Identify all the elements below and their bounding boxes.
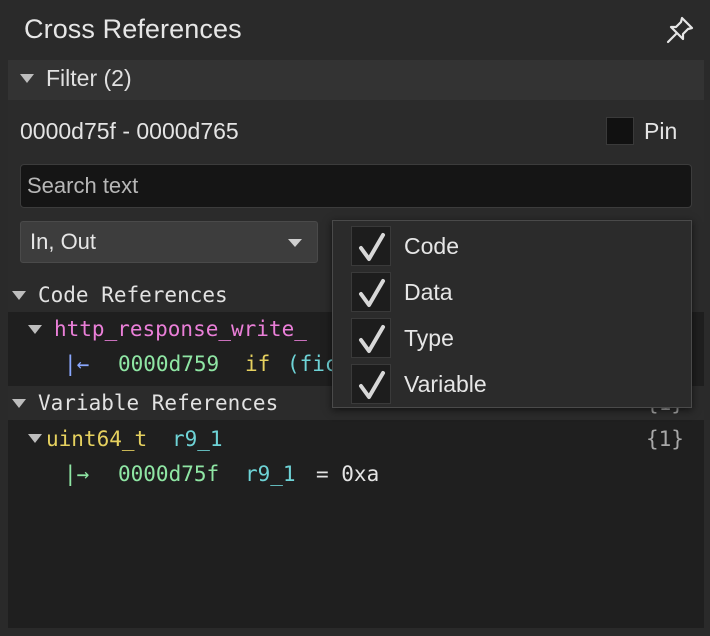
code-ref-address[interactable]: 0000d759 (118, 352, 219, 376)
incoming-arrow-icon: |← (64, 352, 90, 376)
chevron-down-icon[interactable] (288, 239, 302, 247)
variable-name[interactable]: r9_1 (172, 427, 223, 451)
variable-ref-var: r9_1 (245, 462, 296, 486)
variable-references-label: Variable References (38, 391, 279, 415)
code-checkbox[interactable] (351, 226, 391, 266)
function-collapse-icon[interactable] (28, 325, 42, 334)
variable-ref-address[interactable]: 0000d75f (118, 462, 219, 486)
data-checkbox[interactable] (351, 272, 391, 312)
checkmark-icon (359, 325, 385, 353)
variable-collapse-icon[interactable] (28, 434, 42, 443)
data-option-label[interactable]: Data (404, 279, 453, 306)
function-name[interactable]: http_response_write_ (54, 317, 307, 341)
variable-option-label[interactable]: Variable (404, 371, 487, 398)
pin-icon[interactable] (664, 14, 696, 46)
variable-ref-assign: = 0xa (316, 462, 380, 486)
variable-checkbox[interactable] (351, 364, 391, 404)
pin-checkbox[interactable] (606, 117, 634, 145)
code-ref-keyword: if (245, 352, 271, 376)
type-checkbox[interactable] (351, 318, 391, 358)
variable-count: {1} (646, 427, 684, 451)
code-references-collapse-icon[interactable] (12, 291, 26, 300)
type-option-label[interactable]: Type (404, 325, 454, 352)
code-ref-rest: (fic (287, 352, 338, 376)
checkmark-icon (359, 233, 385, 261)
checkmark-icon (359, 279, 385, 307)
variable-type: uint64_t (46, 427, 148, 451)
variable-references-collapse-icon[interactable] (12, 399, 26, 408)
outgoing-arrow-icon: |→ (64, 462, 90, 486)
checkmark-icon (359, 371, 385, 399)
filter-collapse-icon[interactable] (20, 74, 34, 83)
direction-select-value: In, Out (30, 229, 97, 254)
filter-header-label: Filter (2) (46, 65, 132, 91)
code-references-label: Code References (38, 283, 228, 307)
search-input[interactable] (20, 164, 692, 208)
code-option-label[interactable]: Code (404, 233, 459, 260)
panel-title: Cross References (24, 14, 242, 44)
address-range: 0000d75f - 0000d765 (20, 118, 239, 144)
pin-label: Pin (644, 118, 678, 144)
